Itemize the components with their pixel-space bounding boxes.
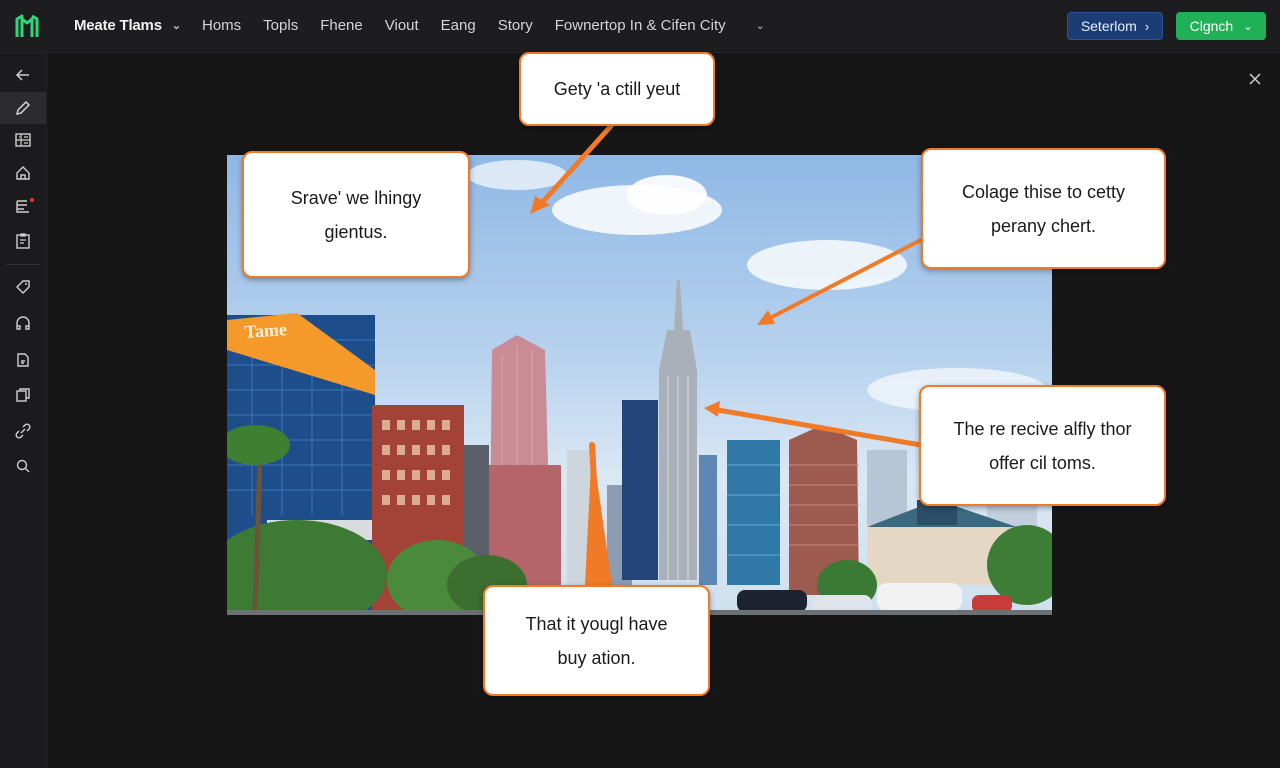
sidebar-divider [6, 264, 40, 265]
clipboard-icon[interactable] [0, 225, 46, 257]
nav-item-home[interactable]: Homs [202, 17, 241, 34]
breadcrumb-label: Fownertop In & Cifen City [554, 17, 726, 34]
callout-left: Srave' we lhingy gientus. [242, 151, 470, 278]
cta-button[interactable]: Clgnch ⌄ [1176, 12, 1266, 40]
link-icon[interactable] [0, 415, 46, 447]
callout-text: Getу 'a ctill yeut [553, 79, 681, 99]
nav-item-story[interactable]: Story [498, 17, 533, 34]
callout-text-line1: That it yougl have [525, 613, 668, 634]
primary-button[interactable]: Seterlom › [1067, 12, 1163, 40]
tag-icon[interactable] [0, 271, 46, 303]
callout-text-line1: Srave' we lhingy [290, 187, 422, 208]
nav-item-topics[interactable]: Topls [263, 17, 298, 34]
nav-item-viout[interactable]: Viout [385, 17, 419, 34]
breadcrumb-dropdown[interactable]: Fownertop In & Cifen City ⌄ [555, 17, 787, 34]
top-bar: Meate Tlams ⌄ Homs Topls Fhene Viout Ean… [0, 0, 1280, 53]
team-name: Meate Tlams [74, 17, 162, 34]
copy-icon[interactable] [0, 379, 46, 411]
team-switcher[interactable]: Meate Tlams ⌄ [74, 17, 181, 34]
callout-text-line2: gientus. [324, 221, 388, 242]
callout-text-line1: The re recive alfly thor [953, 418, 1132, 439]
callout-text-line2: perany chert. [990, 215, 1097, 236]
chevron-down-icon: ⌄ [1243, 20, 1253, 33]
chevron-right-icon: › [1144, 18, 1150, 34]
pencil-icon[interactable] [0, 92, 46, 124]
callout-right-bottom: The re recive alfly thor offer cil toms. [919, 385, 1166, 506]
list-icon[interactable] [0, 190, 46, 222]
document-icon[interactable] [0, 344, 46, 376]
callout-text-line2: buy ation. [557, 647, 636, 668]
callout-text-line2: offer cil toms. [989, 452, 1096, 473]
app-logo-icon[interactable] [14, 13, 40, 39]
building-sign: Tame [244, 319, 288, 342]
chevron-down-icon: ⌄ [755, 20, 765, 32]
callout-right-top: Colage thise to cetty perany chert. [921, 148, 1166, 269]
home-icon[interactable] [0, 157, 46, 189]
callout-bottom: That it yougl have buy ation. [483, 585, 710, 696]
notification-dot [30, 198, 34, 202]
close-icon[interactable] [1244, 68, 1266, 90]
back-arrow-icon[interactable] [0, 59, 46, 91]
nav-item-fhene[interactable]: Fhene [320, 17, 363, 34]
search-icon[interactable] [0, 450, 46, 482]
nav-item-eang[interactable]: Eang [441, 17, 476, 34]
grid-icon[interactable] [0, 124, 46, 156]
chevron-down-icon: ⌄ [171, 20, 181, 32]
main-nav: Homs Topls Fhene Viout Eang Story Fowner… [202, 17, 809, 34]
primary-button-label: Seterlom [1080, 18, 1137, 34]
callout-text-line1: Colage thise to cetty [961, 181, 1126, 202]
sidebar [0, 53, 47, 768]
callout-top: Getу 'a ctill yeut [519, 52, 715, 126]
headphones-icon[interactable] [0, 307, 46, 339]
cta-button-label: Clgnch [1189, 18, 1234, 34]
